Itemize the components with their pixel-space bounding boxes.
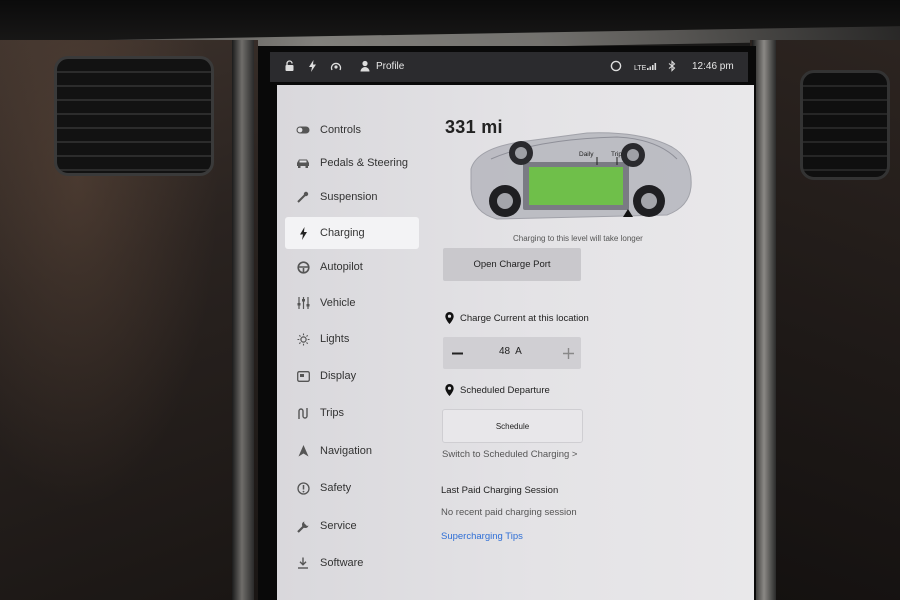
- wheel-rear-right: [633, 185, 665, 217]
- sidebar-item-label: Autopilot: [320, 261, 363, 273]
- settings-panel: Controls Pedals & Steering Suspension Ch…: [277, 85, 754, 600]
- charge-current-stepper: 48 A: [443, 337, 581, 369]
- last-paid-session-title: Last Paid Charging Session: [441, 485, 559, 496]
- network-label: LTE: [634, 65, 647, 72]
- no-recent-session-text: No recent paid charging session: [441, 507, 577, 518]
- wrench-icon: [295, 518, 311, 534]
- wrench-slant-icon: [295, 189, 311, 205]
- download-icon: [295, 555, 311, 571]
- sidebar-item-label: Controls: [320, 124, 361, 136]
- wheel-front-left: [509, 141, 533, 165]
- car-icon: [295, 155, 311, 171]
- air-vent-left: [54, 56, 214, 176]
- scheduled-departure-label: Scheduled Departure: [460, 384, 550, 396]
- sidebar-item-safety[interactable]: Safety: [285, 472, 419, 504]
- current-value-display: 48 A: [499, 346, 522, 357]
- clock-time: 12:46 pm: [692, 61, 734, 72]
- battery-charge-fill: [529, 167, 623, 205]
- sidebar-item-software[interactable]: Software: [285, 547, 419, 579]
- decrease-current-button[interactable]: [448, 344, 466, 362]
- signal-icon: [647, 62, 657, 70]
- sidebar-item-label: Trips: [320, 407, 345, 419]
- sidebar-item-display[interactable]: Display: [285, 360, 419, 392]
- bolt-icon[interactable]: [308, 60, 317, 72]
- current-unit: A: [515, 346, 522, 357]
- sidebar-item-autopilot[interactable]: Autopilot: [285, 251, 419, 283]
- navigation-arrow-icon: [295, 443, 311, 459]
- air-vent-right: [800, 70, 890, 180]
- profile-label[interactable]: Profile: [376, 60, 404, 74]
- sidebar-item-label: Charging: [320, 227, 365, 239]
- sidebar-item-suspension[interactable]: Suspension: [285, 181, 419, 213]
- status-bar: Profile LTE 12:46 pm: [270, 52, 748, 82]
- sidebar-item-label: Lights: [320, 333, 350, 345]
- daily-limit-label: Daily: [579, 151, 594, 158]
- sidebar-item-label: Navigation: [320, 445, 372, 457]
- sentry-icon[interactable]: [330, 60, 342, 72]
- sidebar-item-trips[interactable]: Trips: [285, 397, 419, 429]
- sidebar-item-vehicle[interactable]: Vehicle: [285, 287, 419, 319]
- sidebar-item-lights[interactable]: Lights: [285, 323, 419, 355]
- switch-scheduled-charging-link[interactable]: Switch to Scheduled Charging >: [442, 449, 577, 460]
- chrome-trim-left: [232, 40, 254, 600]
- profile-icon[interactable]: [360, 60, 370, 72]
- sidebar-item-label: Pedals & Steering: [320, 157, 409, 169]
- scheduled-departure-row: Scheduled Departure: [445, 384, 550, 396]
- wheel-front-right: [621, 143, 645, 167]
- sidebar-item-pedals-steering[interactable]: Pedals & Steering: [285, 147, 419, 179]
- trips-icon: [295, 405, 311, 421]
- lock-icon[interactable]: [284, 60, 295, 72]
- display-icon: [295, 368, 311, 384]
- info-circle-icon: [295, 480, 311, 496]
- open-charge-port-button[interactable]: Open Charge Port: [443, 248, 581, 281]
- charge-current-label: Charge Current at this location: [460, 312, 589, 324]
- steering-wheel-icon: [295, 259, 311, 275]
- current-value: 48: [499, 346, 511, 357]
- sidebar-item-label: Vehicle: [320, 297, 356, 309]
- location-pin-icon: [445, 384, 454, 396]
- bolt-icon: [295, 225, 311, 241]
- sun-icon: [295, 331, 311, 347]
- charge-current-row: Charge Current at this location: [445, 312, 589, 324]
- toggle-icon: [295, 122, 311, 138]
- sidebar-item-service[interactable]: Service: [285, 510, 419, 542]
- supercharging-tips-link[interactable]: Supercharging Tips: [441, 531, 523, 542]
- location-pin-icon: [445, 312, 454, 324]
- sidebar-item-label: Safety: [320, 482, 352, 494]
- charge-note: Charging to this level will take longer: [513, 234, 643, 243]
- car-battery-illustration: Daily Trip: [467, 129, 697, 229]
- increase-current-button[interactable]: [559, 344, 577, 362]
- bluetooth-icon[interactable]: [668, 60, 676, 72]
- homelink-icon[interactable]: [610, 60, 622, 72]
- sidebar-item-label: Suspension: [320, 191, 378, 203]
- sliders-icon: [295, 295, 311, 311]
- sidebar-item-label: Software: [320, 557, 364, 569]
- sidebar-item-label: Service: [320, 520, 357, 532]
- trip-limit-label: Trip: [611, 151, 622, 158]
- wheel-rear-left: [489, 185, 521, 217]
- sidebar-item-charging[interactable]: Charging: [285, 217, 419, 249]
- sidebar-item-navigation[interactable]: Navigation: [285, 435, 419, 467]
- schedule-button[interactable]: Schedule: [442, 409, 583, 443]
- sidebar-item-controls[interactable]: Controls: [285, 114, 419, 146]
- sidebar-item-label: Display: [320, 370, 357, 382]
